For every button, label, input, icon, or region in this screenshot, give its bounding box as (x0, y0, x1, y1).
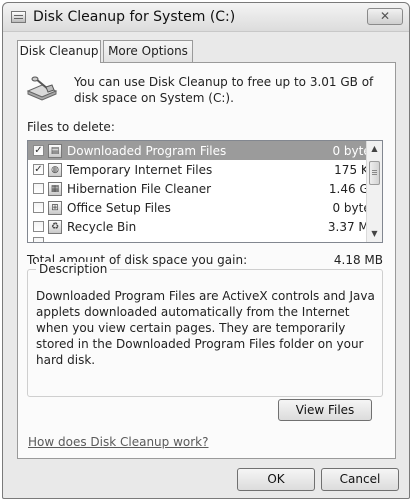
list-item[interactable]: ⊞ Office Setup Files 0 bytes (28, 198, 382, 217)
tab-more-options[interactable]: More Options (103, 40, 193, 62)
list-item[interactable]: ▦ Hibernation File Cleaner 1.46 GB (28, 179, 382, 198)
folder-icon: ▤ (48, 143, 62, 158)
scroll-thumb[interactable] (369, 161, 380, 185)
total-space-value: 4.18 MB (333, 253, 383, 267)
list-item[interactable]: ♻ Recycle Bin 3.37 MB (28, 217, 382, 236)
checkbox[interactable] (33, 202, 44, 213)
checkbox[interactable] (33, 183, 44, 194)
help-link[interactable]: How does Disk Cleanup work? (28, 435, 209, 449)
office-setup-icon: ⊞ (48, 200, 62, 215)
disk-cleanup-window: Disk Cleanup for System (C:) ✕ Disk Clea… (2, 2, 410, 499)
disk-cleanup-panel: You can use Disk Cleanup to free up to 3… (17, 62, 396, 459)
list-scrollbar[interactable]: ▲ ▼ (366, 141, 382, 242)
ok-button[interactable]: OK (237, 468, 315, 491)
checkbox[interactable] (33, 237, 44, 242)
description-legend: Description (36, 262, 111, 276)
description-group: Description Downloaded Program Files are… (27, 262, 383, 397)
file-name: Office Setup Files (67, 200, 171, 215)
list-item[interactable]: ✓ ◍ Temporary Internet Files 175 KB (28, 160, 382, 179)
list-item-partial[interactable] (28, 236, 382, 242)
internet-files-icon: ◍ (48, 162, 62, 177)
hibernation-icon: ▦ (48, 181, 62, 196)
window-title: Disk Cleanup for System (C:) (33, 9, 236, 25)
file-name: Downloaded Program Files (67, 143, 227, 158)
file-name: Hibernation File Cleaner (67, 181, 212, 196)
file-name: Recycle Bin (67, 219, 137, 234)
title-bar: Disk Cleanup for System (C:) ✕ (3, 3, 409, 32)
checkbox[interactable] (33, 221, 44, 232)
file-name: Temporary Internet Files (67, 162, 213, 177)
description-text: Downloaded Program Files are ActiveX con… (36, 289, 375, 367)
files-to-delete-list[interactable]: ✓ ▤ Downloaded Program Files 0 bytes ✓ ◍… (27, 140, 383, 243)
view-files-button[interactable]: View Files (278, 399, 372, 421)
app-window-icon (11, 11, 26, 23)
disk-cleanup-icon (26, 76, 58, 101)
checkbox[interactable]: ✓ (33, 145, 44, 156)
cancel-button[interactable]: Cancel (321, 468, 399, 491)
recycle-bin-icon: ♻ (48, 219, 62, 234)
close-button[interactable]: ✕ (367, 8, 403, 25)
checkbox[interactable]: ✓ (33, 164, 44, 175)
intro-text: You can use Disk Cleanup to free up to 3… (74, 75, 374, 105)
list-item[interactable]: ✓ ▤ Downloaded Program Files 0 bytes (28, 141, 382, 160)
tab-disk-cleanup[interactable]: Disk Cleanup (17, 40, 101, 63)
files-to-delete-label: Files to delete: (27, 120, 115, 134)
scroll-up-arrow-icon[interactable]: ▲ (367, 141, 382, 157)
scroll-down-arrow-icon[interactable]: ▼ (367, 226, 382, 242)
